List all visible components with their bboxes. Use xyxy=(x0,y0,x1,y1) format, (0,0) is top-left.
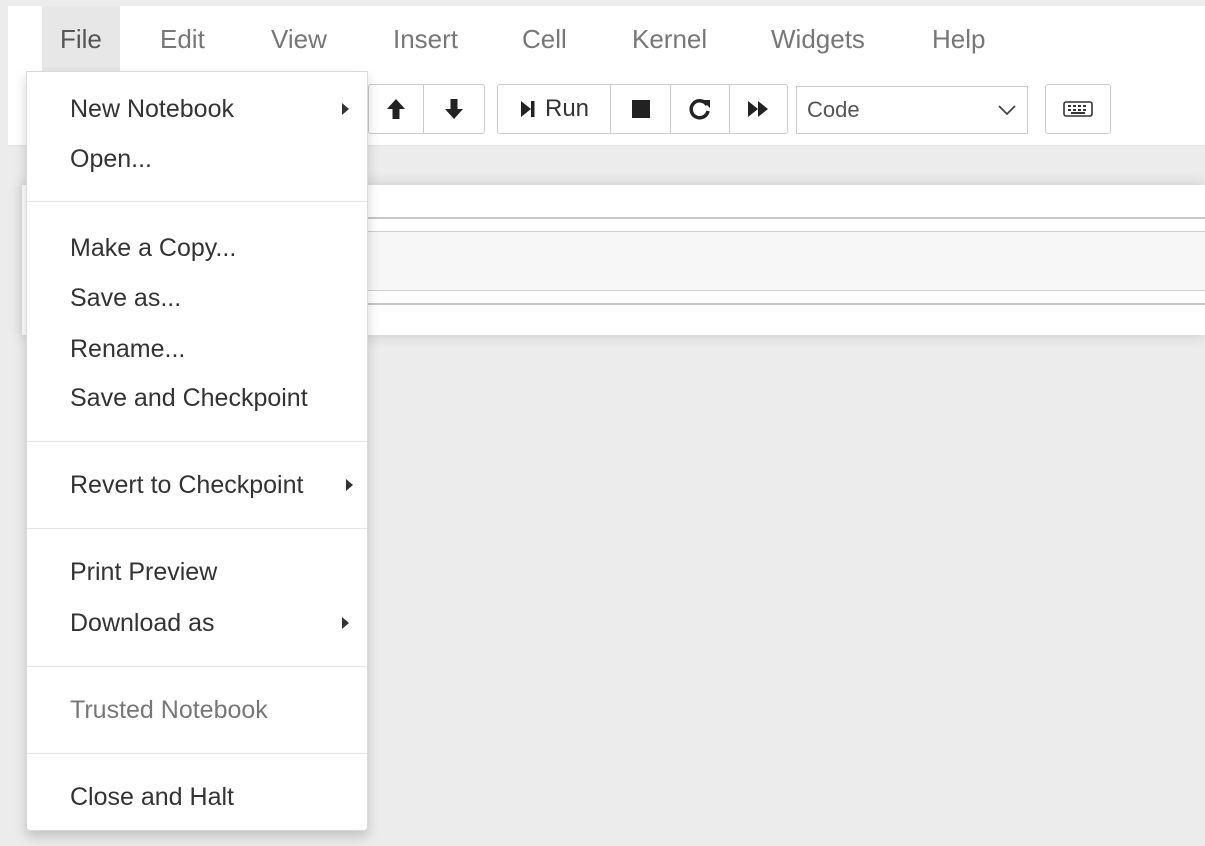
menu-kernel[interactable]: Kernel xyxy=(614,6,725,72)
menu-item-rename[interactable]: Rename... xyxy=(27,324,367,374)
move-up-button[interactable] xyxy=(368,84,424,134)
menu-bar: File Edit View Insert Cell Kernel Widget… xyxy=(8,6,1205,73)
menu-help[interactable]: Help xyxy=(914,6,1003,72)
cell-type-value: Code xyxy=(807,97,860,122)
menu-item-revert-checkpoint[interactable]: Revert to Checkpoint xyxy=(27,460,367,510)
submenu-arrow-icon xyxy=(342,617,349,629)
chevron-down-icon xyxy=(998,105,1016,116)
menu-item-save-checkpoint[interactable]: Save and Checkpoint xyxy=(27,373,367,423)
file-menu-dropdown: New Notebook Open... Make a Copy... Save… xyxy=(26,71,368,831)
download-as-label: Download as xyxy=(70,609,215,637)
code-cell-input[interactable] xyxy=(368,231,1205,291)
menu-file[interactable]: File xyxy=(42,6,120,72)
menu-view[interactable]: View xyxy=(253,6,345,72)
run-label: Run xyxy=(544,95,590,122)
menu-item-new-notebook[interactable]: New Notebook xyxy=(27,84,367,134)
interrupt-button[interactable] xyxy=(610,84,671,134)
menu-divider xyxy=(27,201,367,202)
arrow-up-icon xyxy=(387,99,405,119)
menu-insert[interactable]: Insert xyxy=(375,6,476,72)
menu-item-make-copy[interactable]: Make a Copy... xyxy=(27,223,367,273)
cell-type-select[interactable]: Code xyxy=(796,86,1028,134)
keyboard-shortcuts-button[interactable] xyxy=(1045,84,1111,134)
menu-item-print-preview[interactable]: Print Preview xyxy=(27,547,367,597)
menu-edit[interactable]: Edit xyxy=(142,6,223,72)
keyboard-icon xyxy=(1063,101,1093,117)
menu-item-save-as[interactable]: Save as... xyxy=(27,273,367,323)
menu-divider xyxy=(27,753,367,754)
menu-divider xyxy=(27,441,367,442)
revert-checkpoint-label: Revert to Checkpoint xyxy=(70,471,304,499)
cell-border-bottom xyxy=(368,303,1205,305)
menu-divider xyxy=(27,666,367,667)
run-button[interactable]: Run xyxy=(497,84,611,134)
restart-icon xyxy=(689,99,710,120)
menu-item-trusted-notebook: Trusted Notebook xyxy=(70,696,268,724)
menu-divider xyxy=(27,528,367,529)
arrow-down-icon xyxy=(445,99,463,119)
restart-button[interactable] xyxy=(670,84,730,134)
fast-forward-icon xyxy=(747,101,768,117)
cell-border-top xyxy=(368,217,1205,219)
run-all-button[interactable] xyxy=(729,84,788,134)
stop-icon xyxy=(631,100,650,118)
new-notebook-label: New Notebook xyxy=(70,95,234,123)
submenu-arrow-icon xyxy=(346,479,353,491)
menu-item-open[interactable]: Open... xyxy=(27,134,367,184)
menu-item-close-halt[interactable]: Close and Halt xyxy=(27,772,367,822)
menu-cell[interactable]: Cell xyxy=(504,6,585,72)
step-forward-icon xyxy=(520,101,535,117)
menu-widgets[interactable]: Widgets xyxy=(753,6,883,72)
menu-item-download-as[interactable]: Download as xyxy=(27,598,367,648)
submenu-arrow-icon xyxy=(342,103,349,115)
move-down-button[interactable] xyxy=(423,84,485,134)
